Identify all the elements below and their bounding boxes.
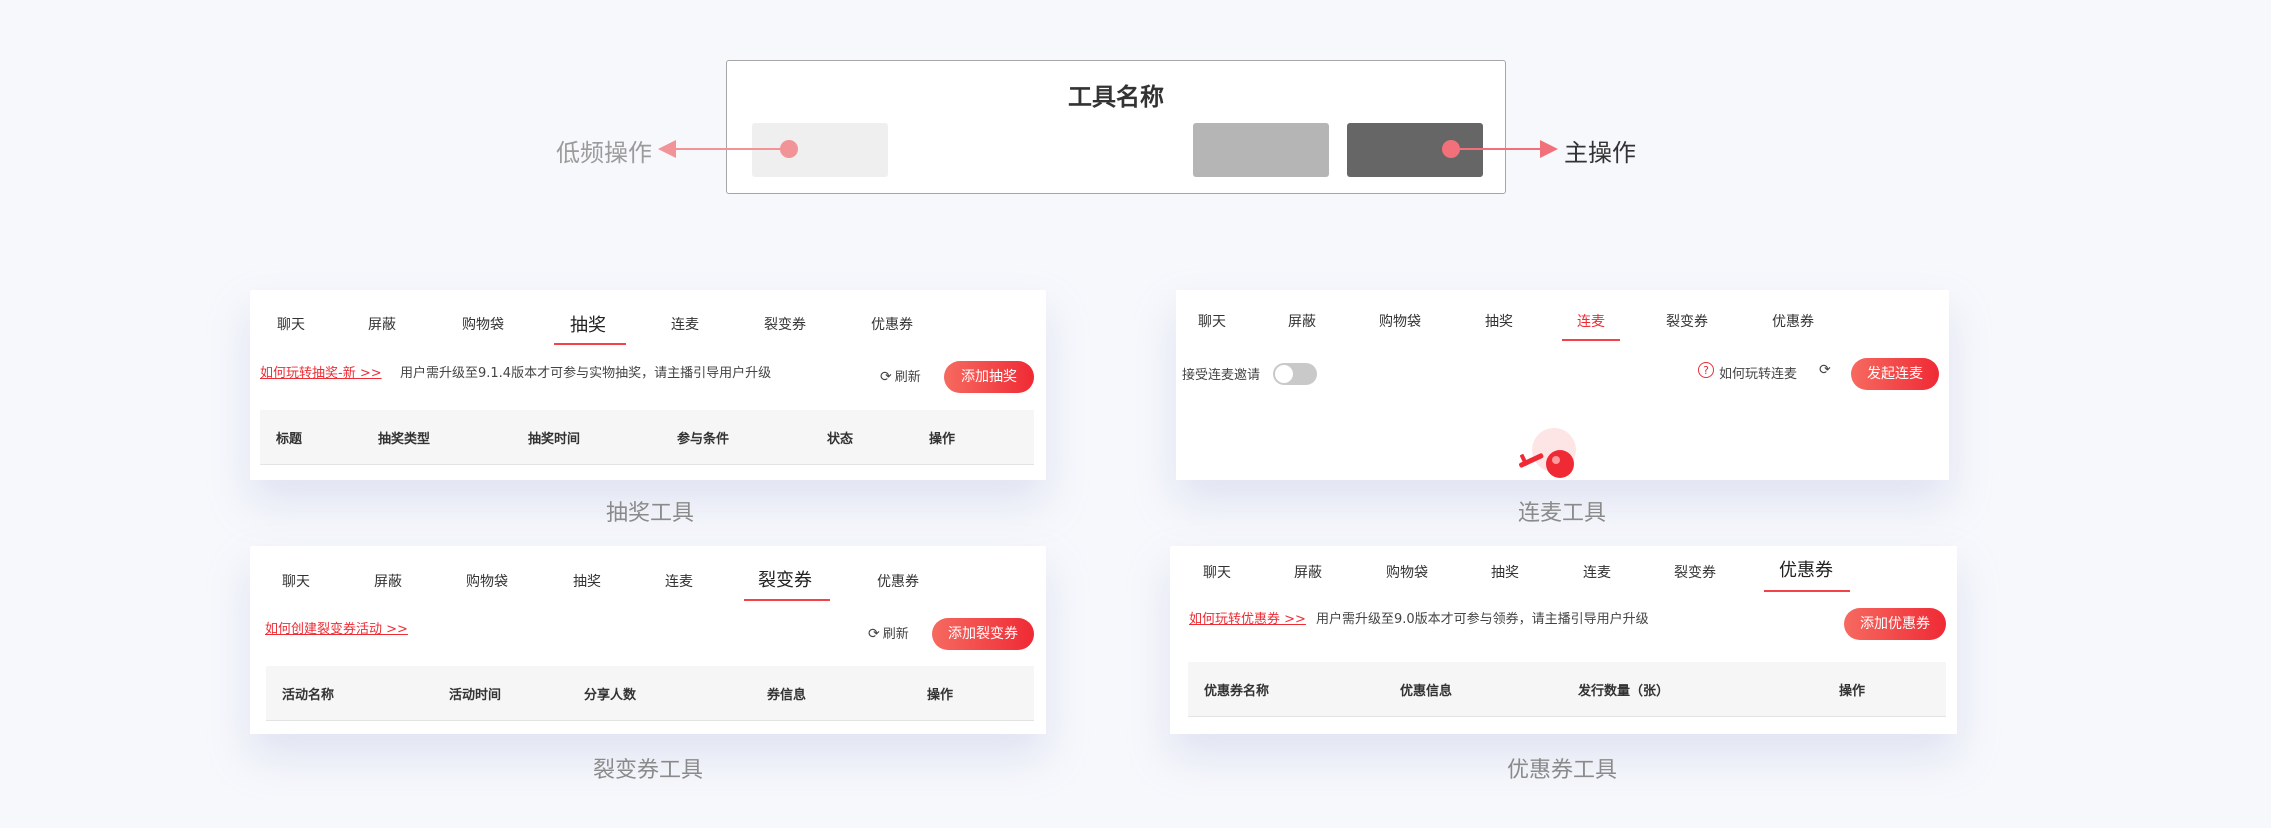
tab-coupon[interactable]: 优惠券 — [1779, 556, 1833, 582]
tab-fission-coupon[interactable]: 裂变券 — [1666, 311, 1708, 331]
toggle-knob — [1275, 365, 1293, 383]
secondary-action-placeholder — [1193, 123, 1329, 177]
accept-mic-invite-toggle[interactable] — [1273, 363, 1317, 385]
column-header-status: 状态 — [827, 432, 854, 447]
mic-tool-panel: 聊天 屏蔽 购物袋 抽奖 连麦 裂变券 优惠券 接受连麦邀请 ? 如何玩转连麦 … — [1176, 290, 1949, 480]
refresh-label: 刷新 — [882, 627, 909, 642]
tab-coupon[interactable]: 优惠券 — [877, 571, 919, 591]
column-header-actions: 操作 — [927, 688, 954, 703]
lottery-help-link[interactable]: 如何玩转抽奖-新 >> — [260, 362, 382, 381]
low-frequency-action-placeholder — [752, 123, 888, 177]
low-action-arrow-line — [676, 148, 784, 150]
tool-layout-diagram: 工具名称 — [726, 60, 1506, 194]
tab-shopping-bag[interactable]: 购物袋 — [1386, 562, 1428, 582]
column-header-coupon-name: 优惠券名称 — [1204, 684, 1270, 699]
add-lottery-button[interactable]: 添加抽奖 — [944, 361, 1034, 393]
refresh-label: 刷新 — [894, 370, 921, 385]
column-header-issue-quantity: 发行数量（张） — [1578, 684, 1670, 699]
coupon-tool-caption: 优惠券工具 — [1506, 758, 1617, 783]
column-header-coupon-info: 优惠信息 — [1400, 684, 1453, 699]
tab-block[interactable]: 屏蔽 — [1294, 562, 1322, 582]
tab-mic[interactable]: 连麦 — [665, 571, 693, 591]
coupon-upgrade-note: 用户需升级至9.0版本才可参与领券，请主播引导用户升级 — [1316, 612, 1649, 627]
tab-chat[interactable]: 聊天 — [282, 571, 310, 591]
tab-shopping-bag[interactable]: 购物袋 — [1379, 311, 1421, 331]
active-tab-underline — [554, 343, 626, 345]
main-action-arrow-head — [1540, 140, 1558, 158]
diagram-title: 工具名称 — [1068, 83, 1164, 111]
start-mic-button[interactable]: 发起连麦 — [1851, 358, 1939, 390]
tab-fission-coupon[interactable]: 裂变券 — [1674, 562, 1716, 582]
column-header-actions: 操作 — [1839, 684, 1866, 699]
column-header-lottery-time: 抽奖时间 — [528, 432, 581, 447]
tab-shopping-bag[interactable]: 购物袋 — [466, 571, 508, 591]
tab-lottery[interactable]: 抽奖 — [570, 311, 606, 337]
column-header-conditions: 参与条件 — [677, 432, 730, 447]
tab-block[interactable]: 屏蔽 — [368, 314, 396, 334]
tab-chat[interactable]: 聊天 — [1198, 311, 1226, 331]
main-action-label: 主操作 — [1564, 139, 1636, 167]
tab-mic[interactable]: 连麦 — [1583, 562, 1611, 582]
column-header-activity-name: 活动名称 — [282, 688, 335, 703]
fission-coupon-tool-panel: 聊天 屏蔽 购物袋 抽奖 连麦 裂变券 优惠券 如何创建裂变券活动 >> ⟳ 刷新… — [250, 546, 1046, 734]
column-header-share-count: 分享人数 — [584, 688, 637, 703]
active-tab-underline — [1562, 339, 1620, 341]
refresh-icon: ⟳ — [880, 369, 892, 385]
tab-lottery[interactable]: 抽奖 — [1485, 311, 1513, 331]
refresh-icon: ⟳ — [1819, 362, 1831, 378]
refresh-button[interactable]: ⟳ — [1819, 362, 1834, 378]
accept-mic-invite-label: 接受连麦邀请 — [1182, 368, 1261, 383]
refresh-button[interactable]: ⟳ 刷新 — [868, 623, 909, 642]
tab-lottery[interactable]: 抽奖 — [1491, 562, 1519, 582]
tab-coupon[interactable]: 优惠券 — [1772, 311, 1814, 331]
fission-table-header: 活动名称 活动时间 分享人数 券信息 操作 — [266, 666, 1034, 721]
lottery-tool-panel: 聊天 屏蔽 购物袋 抽奖 连麦 裂变券 优惠券 如何玩转抽奖-新 >> 用户需升… — [250, 290, 1046, 480]
lottery-table-header: 标题 抽奖类型 抽奖时间 参与条件 状态 操作 — [260, 410, 1034, 465]
tab-shopping-bag[interactable]: 购物袋 — [462, 314, 504, 334]
lottery-tool-caption: 抽奖工具 — [605, 501, 694, 526]
refresh-button[interactable]: ⟳ 刷新 — [880, 366, 921, 385]
fission-coupon-tool-caption: 裂变券工具 — [592, 758, 703, 783]
tab-fission-coupon[interactable]: 裂变券 — [764, 314, 806, 334]
help-icon[interactable]: ? — [1698, 362, 1714, 378]
tab-chat[interactable]: 聊天 — [1203, 562, 1231, 582]
column-header-actions: 操作 — [929, 432, 956, 447]
tab-block[interactable]: 屏蔽 — [1288, 311, 1316, 331]
fission-help-link[interactable]: 如何创建裂变券活动 >> — [265, 618, 408, 637]
column-header-activity-time: 活动时间 — [449, 688, 502, 703]
coupon-tool-panel: 聊天 屏蔽 购物袋 抽奖 连麦 裂变券 优惠券 如何玩转优惠券 >> 用户需升级… — [1170, 546, 1957, 734]
empty-state-illustration — [1519, 428, 1576, 478]
main-action-placeholder — [1347, 123, 1483, 177]
tab-mic[interactable]: 连麦 — [671, 314, 699, 334]
lottery-upgrade-note: 用户需升级至9.1.4版本才可参与实物抽奖，请主播引导用户升级 — [400, 366, 772, 381]
mic-help-link[interactable]: 如何玩转连麦 — [1719, 363, 1797, 382]
column-header-coupon-info: 券信息 — [767, 688, 807, 703]
tab-coupon[interactable]: 优惠券 — [871, 314, 913, 334]
low-action-arrow-head — [658, 140, 676, 158]
tab-block[interactable]: 屏蔽 — [374, 571, 402, 591]
active-tab-underline — [1764, 590, 1850, 592]
coupon-help-link[interactable]: 如何玩转优惠券 >> — [1189, 608, 1306, 627]
tab-fission-coupon[interactable]: 裂变券 — [758, 566, 812, 592]
mic-tool-caption: 连麦工具 — [1517, 501, 1606, 526]
coupon-table-header: 优惠券名称 优惠信息 发行数量（张） 操作 — [1188, 662, 1946, 717]
tab-chat[interactable]: 聊天 — [277, 314, 305, 334]
column-header-lottery-type: 抽奖类型 — [378, 432, 431, 447]
active-tab-underline — [744, 599, 830, 601]
add-fission-coupon-button[interactable]: 添加裂变券 — [932, 618, 1034, 650]
add-coupon-button[interactable]: 添加优惠券 — [1844, 608, 1946, 640]
low-action-label: 低频操作 — [556, 139, 652, 167]
refresh-icon: ⟳ — [868, 626, 880, 642]
column-header-title: 标题 — [276, 432, 303, 447]
tab-mic[interactable]: 连麦 — [1577, 311, 1605, 331]
tab-lottery[interactable]: 抽奖 — [573, 571, 601, 591]
